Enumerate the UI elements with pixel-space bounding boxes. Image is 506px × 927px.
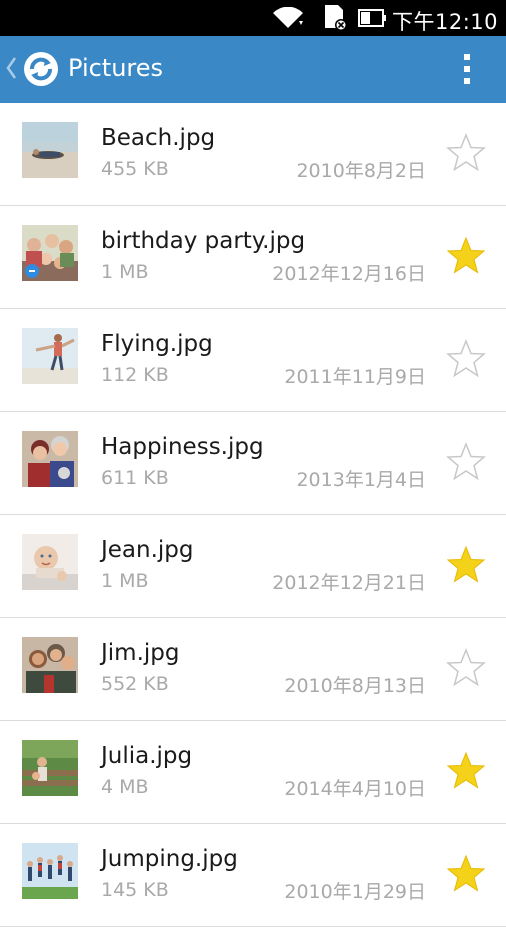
thumbnail-image (22, 637, 78, 693)
file-row[interactable]: birthday party.jpg 1 MB 2012年12月16日 (0, 206, 506, 309)
app-bar: Pictures (0, 36, 506, 103)
file-row[interactable]: Flying.jpg 112 KB 2011年11月9日 (0, 309, 506, 412)
thumbnail-image (22, 431, 78, 487)
thumbnail-image (22, 122, 78, 178)
thumbnail-image (22, 225, 78, 281)
page-title: Pictures (68, 54, 164, 82)
file-row[interactable]: Happiness.jpg 611 KB 2013年1月4日 (0, 412, 506, 515)
star-outline-icon[interactable] (446, 441, 486, 482)
status-bar: 下午12:10 (0, 0, 506, 36)
star-outline-icon[interactable] (446, 647, 486, 688)
star-outline-icon[interactable] (446, 132, 486, 173)
file-row[interactable]: Julia.jpg 4 MB 2014年4月10日 (0, 721, 506, 824)
sd-card-error-icon (322, 4, 348, 36)
file-size: 145 KB (101, 879, 169, 901)
file-size: 4 MB (101, 776, 149, 798)
file-size: 1 MB (101, 570, 149, 592)
file-name: Jim.jpg (101, 640, 180, 666)
overflow-menu-icon[interactable] (458, 54, 478, 86)
file-name: Beach.jpg (101, 125, 216, 151)
file-name: birthday party.jpg (101, 228, 306, 254)
sync-logo-icon[interactable] (22, 50, 60, 92)
file-list: Beach.jpg 455 KB 2010年8月2日 birthday party.j… (0, 103, 506, 927)
thumbnail-image (22, 534, 78, 590)
file-date: 2011年11月9日 (284, 366, 426, 388)
file-date: 2012年12月16日 (272, 263, 426, 285)
file-size: 611 KB (101, 467, 169, 489)
star-filled-icon[interactable] (446, 751, 486, 791)
file-date: 2014年4月10日 (284, 778, 426, 800)
file-date: 2012年12月21日 (272, 572, 426, 594)
file-name: Flying.jpg (101, 331, 213, 357)
chevron-left-icon[interactable] (4, 55, 18, 85)
file-date: 2013年1月4日 (296, 469, 426, 491)
thumbnail-image (22, 843, 78, 899)
file-name: Jumping.jpg (101, 846, 238, 872)
file-name: Jean.jpg (101, 537, 194, 563)
file-date: 2010年8月2日 (296, 160, 426, 182)
file-size: 455 KB (101, 158, 169, 180)
thumbnail-image (22, 328, 78, 384)
star-filled-icon[interactable] (446, 236, 486, 276)
battery-icon (358, 8, 388, 32)
star-filled-icon[interactable] (446, 545, 486, 585)
thumbnail-image (22, 740, 78, 796)
wifi-icon (272, 6, 304, 33)
file-size: 552 KB (101, 673, 169, 695)
file-date: 2010年8月13日 (284, 675, 426, 697)
file-size: 1 MB (101, 261, 149, 283)
status-time: 下午12:10 (391, 10, 498, 34)
star-outline-icon[interactable] (446, 338, 486, 379)
file-row[interactable]: Jim.jpg 552 KB 2010年8月13日 (0, 618, 506, 721)
file-name: Happiness.jpg (101, 434, 264, 460)
file-name: Julia.jpg (101, 743, 193, 769)
file-row[interactable]: Beach.jpg 455 KB 2010年8月2日 (0, 103, 506, 206)
file-size: 112 KB (101, 364, 169, 386)
file-row[interactable]: Jean.jpg 1 MB 2012年12月21日 (0, 515, 506, 618)
file-row[interactable]: Jumping.jpg 145 KB 2010年1月29日 (0, 824, 506, 927)
star-filled-icon[interactable] (446, 854, 486, 894)
